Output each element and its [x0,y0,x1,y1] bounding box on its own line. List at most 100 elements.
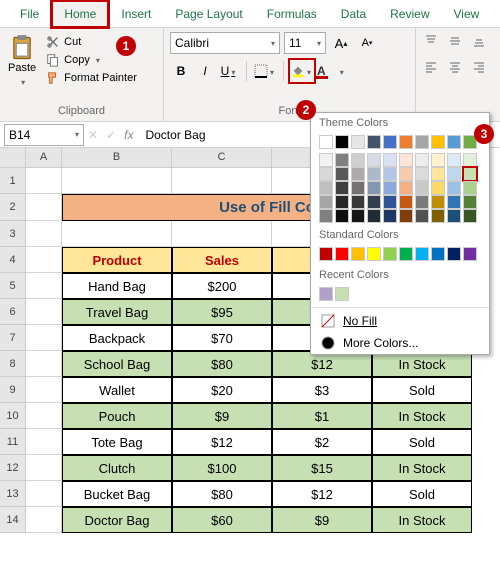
tab-review[interactable]: Review [378,1,441,27]
cell[interactable] [26,377,62,403]
row-header[interactable]: 2 [0,194,26,221]
color-swatch[interactable] [463,247,477,261]
table-cell-product[interactable]: Pouch [62,403,172,429]
color-swatch[interactable] [463,153,477,167]
color-swatch[interactable] [431,247,445,261]
table-cell-product[interactable]: Hand Bag [62,273,172,299]
color-swatch[interactable] [463,195,477,209]
table-cell-sales[interactable]: $70 [172,325,272,351]
color-swatch[interactable] [447,195,461,209]
cell[interactable] [26,325,62,351]
table-cell-product[interactable]: Travel Bag [62,299,172,325]
table-cell-price[interactable]: $2 [272,429,372,455]
col-header-a[interactable]: A [26,148,62,168]
color-swatch[interactable] [399,247,413,261]
color-swatch[interactable] [351,153,365,167]
color-swatch[interactable] [335,181,349,195]
cell[interactable] [26,507,62,533]
color-swatch[interactable] [367,135,381,149]
bold-button[interactable]: B [170,60,192,82]
table-cell-status[interactable]: In Stock [372,403,472,429]
row-header[interactable]: 8 [0,351,26,377]
align-bottom-button[interactable] [468,30,490,52]
color-swatch[interactable] [335,195,349,209]
color-swatch[interactable] [383,135,397,149]
table-cell-product[interactable]: School Bag [62,351,172,377]
align-middle-button[interactable] [444,30,466,52]
cell[interactable] [172,221,272,247]
row-header[interactable]: 4 [0,247,26,273]
color-swatch[interactable] [447,209,461,223]
tab-view[interactable]: View [442,1,492,27]
table-cell-sales[interactable]: $60 [172,507,272,533]
color-swatch[interactable] [463,181,477,195]
row-header[interactable]: 6 [0,299,26,325]
color-swatch[interactable] [447,247,461,261]
color-swatch[interactable] [431,209,445,223]
color-swatch[interactable] [335,135,349,149]
color-swatch[interactable] [447,181,461,195]
cell[interactable] [26,221,62,247]
color-swatch[interactable] [351,195,365,209]
tab-home[interactable]: Home [51,0,109,28]
color-swatch[interactable] [447,135,461,149]
color-swatch[interactable] [335,287,349,301]
font-color-button[interactable]: A [316,60,347,82]
color-swatch[interactable] [431,195,445,209]
color-swatch[interactable] [415,135,429,149]
color-swatch[interactable] [319,247,333,261]
borders-button[interactable] [253,60,277,82]
color-swatch[interactable] [351,181,365,195]
color-swatch[interactable] [415,209,429,223]
font-size-select[interactable]: 11▾ [284,32,326,54]
table-header[interactable]: Product [62,247,172,273]
tab-insert[interactable]: Insert [109,1,163,27]
format-painter-button[interactable]: Format Painter [42,70,141,86]
table-cell-sales[interactable]: $95 [172,299,272,325]
row-header[interactable]: 7 [0,325,26,351]
color-swatch[interactable] [335,153,349,167]
table-cell-status[interactable]: Sold [372,481,472,507]
fx-icon[interactable]: fx [124,128,133,142]
color-swatch[interactable] [319,167,333,181]
tab-page-layout[interactable]: Page Layout [163,1,254,27]
table-cell-price[interactable]: $12 [272,481,372,507]
table-cell-product[interactable]: Wallet [62,377,172,403]
color-swatch[interactable] [335,247,349,261]
align-center-button[interactable] [444,56,466,78]
increase-font-button[interactable]: A▴ [330,32,352,54]
color-swatch[interactable] [383,247,397,261]
col-header-b[interactable]: B [62,148,172,168]
table-cell-price[interactable]: $1 [272,403,372,429]
table-cell-sales[interactable]: $9 [172,403,272,429]
color-swatch[interactable] [399,153,413,167]
cell[interactable] [62,221,172,247]
table-cell-price[interactable]: $15 [272,455,372,481]
table-cell-sales[interactable]: $20 [172,377,272,403]
table-cell-product[interactable]: Tote Bag [62,429,172,455]
color-swatch[interactable] [415,153,429,167]
row-header[interactable]: 12 [0,455,26,481]
row-header[interactable]: 11 [0,429,26,455]
cell[interactable] [26,429,62,455]
color-swatch[interactable] [399,135,413,149]
row-header[interactable]: 1 [0,168,26,194]
color-swatch[interactable] [383,195,397,209]
color-swatch[interactable] [383,209,397,223]
table-cell-product[interactable]: Backpack [62,325,172,351]
color-swatch[interactable] [367,181,381,195]
table-cell-price[interactable]: $9 [272,507,372,533]
color-swatch[interactable] [463,209,477,223]
cell[interactable] [62,168,172,194]
table-cell-status[interactable]: In Stock [372,455,472,481]
color-swatch[interactable] [319,195,333,209]
cell[interactable] [172,168,272,194]
color-swatch[interactable] [399,195,413,209]
row-header[interactable]: 5 [0,273,26,299]
color-swatch[interactable] [431,167,445,181]
table-cell-price[interactable]: $3 [272,377,372,403]
color-swatch[interactable] [367,209,381,223]
table-cell-product[interactable]: Doctor Bag [62,507,172,533]
color-swatch[interactable] [399,209,413,223]
cell[interactable] [26,455,62,481]
